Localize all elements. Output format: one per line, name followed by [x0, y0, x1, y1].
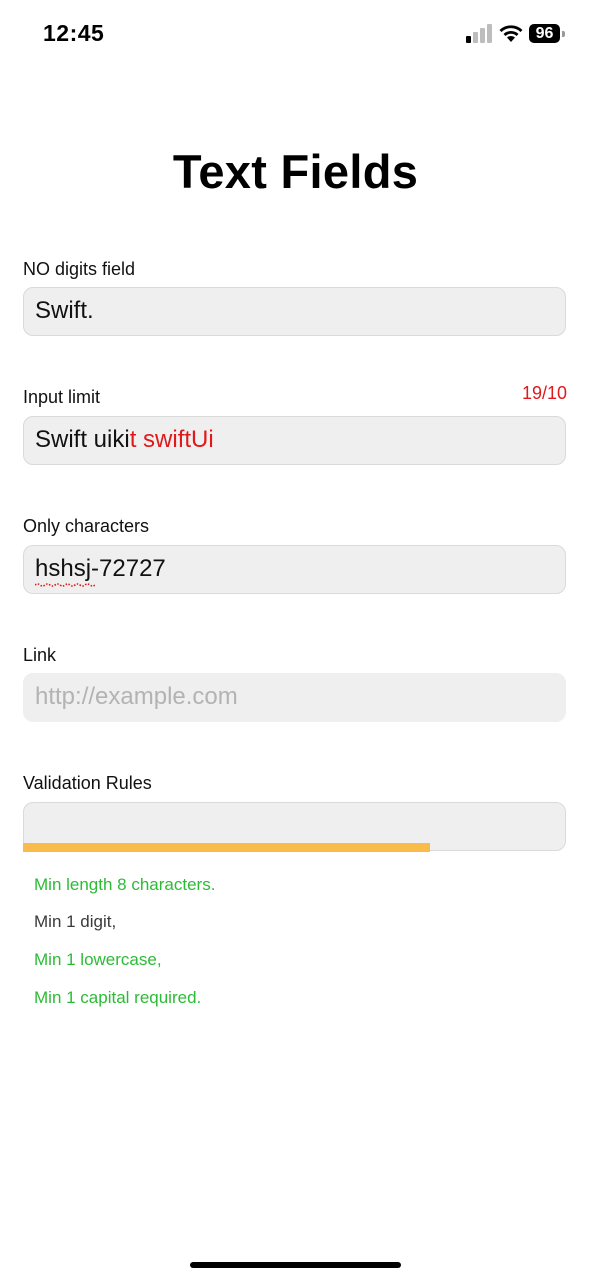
- battery-icon: 96: [529, 24, 560, 43]
- link-label: Link: [23, 645, 57, 665]
- no-digits-label: NO digits field: [23, 259, 136, 279]
- input-limit-label: Input limit: [23, 387, 101, 407]
- only-characters-label: Only characters: [23, 516, 150, 536]
- link-placeholder: http://example.com: [35, 683, 238, 710]
- password-strength-bar: [23, 843, 430, 852]
- status-time: 12:45: [43, 20, 105, 46]
- signal-icon: [466, 24, 492, 43]
- battery-cap: [562, 31, 565, 37]
- page-title: Text Fields: [172, 145, 419, 198]
- rule-min-length: Min length 8 characters.: [34, 875, 216, 894]
- rule-min-capital: Min 1 capital required.: [34, 988, 202, 1007]
- no-digits-field[interactable]: Swift.: [23, 287, 566, 336]
- rule-min-lowercase: Min 1 lowercase,: [34, 950, 162, 969]
- spellcheck-underline: [35, 583, 95, 587]
- no-digits-value: Swift.: [35, 297, 94, 324]
- only-characters-value: hshsj-72727: [35, 555, 166, 582]
- rule-min-digit: Min 1 digit,: [34, 912, 117, 931]
- home-indicator[interactable]: [190, 1262, 401, 1268]
- input-limit-value-within: Swift uiki: [35, 426, 130, 453]
- only-characters-field[interactable]: hshsj-72727: [23, 545, 566, 594]
- input-limit-value: Swift uikit swiftUi: [35, 426, 214, 454]
- validation-label: Validation Rules: [23, 773, 152, 793]
- input-limit-counter: 19/10: [521, 383, 567, 403]
- link-field[interactable]: http://example.com: [23, 673, 566, 722]
- input-limit-value-over: t swiftUi: [129, 426, 214, 453]
- input-limit-field[interactable]: Swift uikit swiftUi: [23, 416, 566, 465]
- wifi-icon: [499, 25, 523, 42]
